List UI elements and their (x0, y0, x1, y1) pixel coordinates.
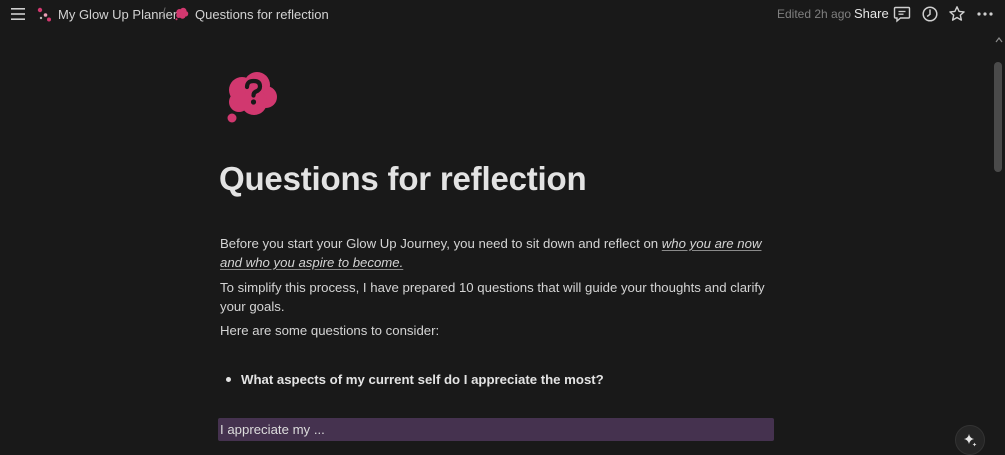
top-bar: My Glow Up Planner / Questions for refle… (0, 0, 1005, 28)
sparkle-icon (964, 434, 977, 447)
breadcrumb-separator: / (162, 5, 166, 20)
ai-assistant-button[interactable] (955, 425, 985, 455)
scroll-up-arrow-icon[interactable] (995, 36, 1003, 44)
edited-timestamp: Edited 2h ago (777, 7, 852, 21)
bullet-icon (226, 377, 231, 382)
favorite-star-icon[interactable] (948, 5, 966, 23)
share-button[interactable]: Share (854, 6, 889, 21)
question-text: What aspects of my current self do I app… (241, 372, 604, 387)
page-title[interactable]: Questions for reflection (219, 160, 587, 198)
question-list-item[interactable]: What aspects of my current self do I app… (226, 372, 604, 387)
more-options-icon[interactable] (976, 5, 994, 23)
breadcrumb-label: Questions for reflection (195, 6, 329, 22)
intro-paragraph[interactable]: Before you start your Glow Up Journey, y… (220, 234, 775, 272)
answer-callout[interactable]: I appreciate my ... (218, 418, 774, 441)
question-cloud-icon[interactable] (224, 70, 280, 124)
question-cloud-icon (175, 7, 189, 21)
menu-button[interactable] (10, 6, 26, 22)
intro-text: Before you start your Glow Up Journey, y… (220, 236, 662, 251)
answer-text: I appreciate my ... (220, 422, 325, 437)
questions-intro-paragraph[interactable]: Here are some questions to consider: (220, 321, 775, 340)
breadcrumb-item-planner[interactable]: My Glow Up Planner (37, 6, 177, 22)
breadcrumb-item-current-page[interactable]: Questions for reflection (175, 6, 329, 22)
planner-logo-icon (37, 7, 51, 21)
process-paragraph[interactable]: To simplify this process, I have prepare… (220, 278, 775, 316)
comments-icon[interactable] (893, 5, 911, 23)
breadcrumb-label: My Glow Up Planner (58, 6, 178, 22)
hamburger-menu-icon (11, 8, 25, 20)
history-clock-icon[interactable] (921, 5, 939, 23)
scrollbar-thumb[interactable] (994, 62, 1002, 172)
